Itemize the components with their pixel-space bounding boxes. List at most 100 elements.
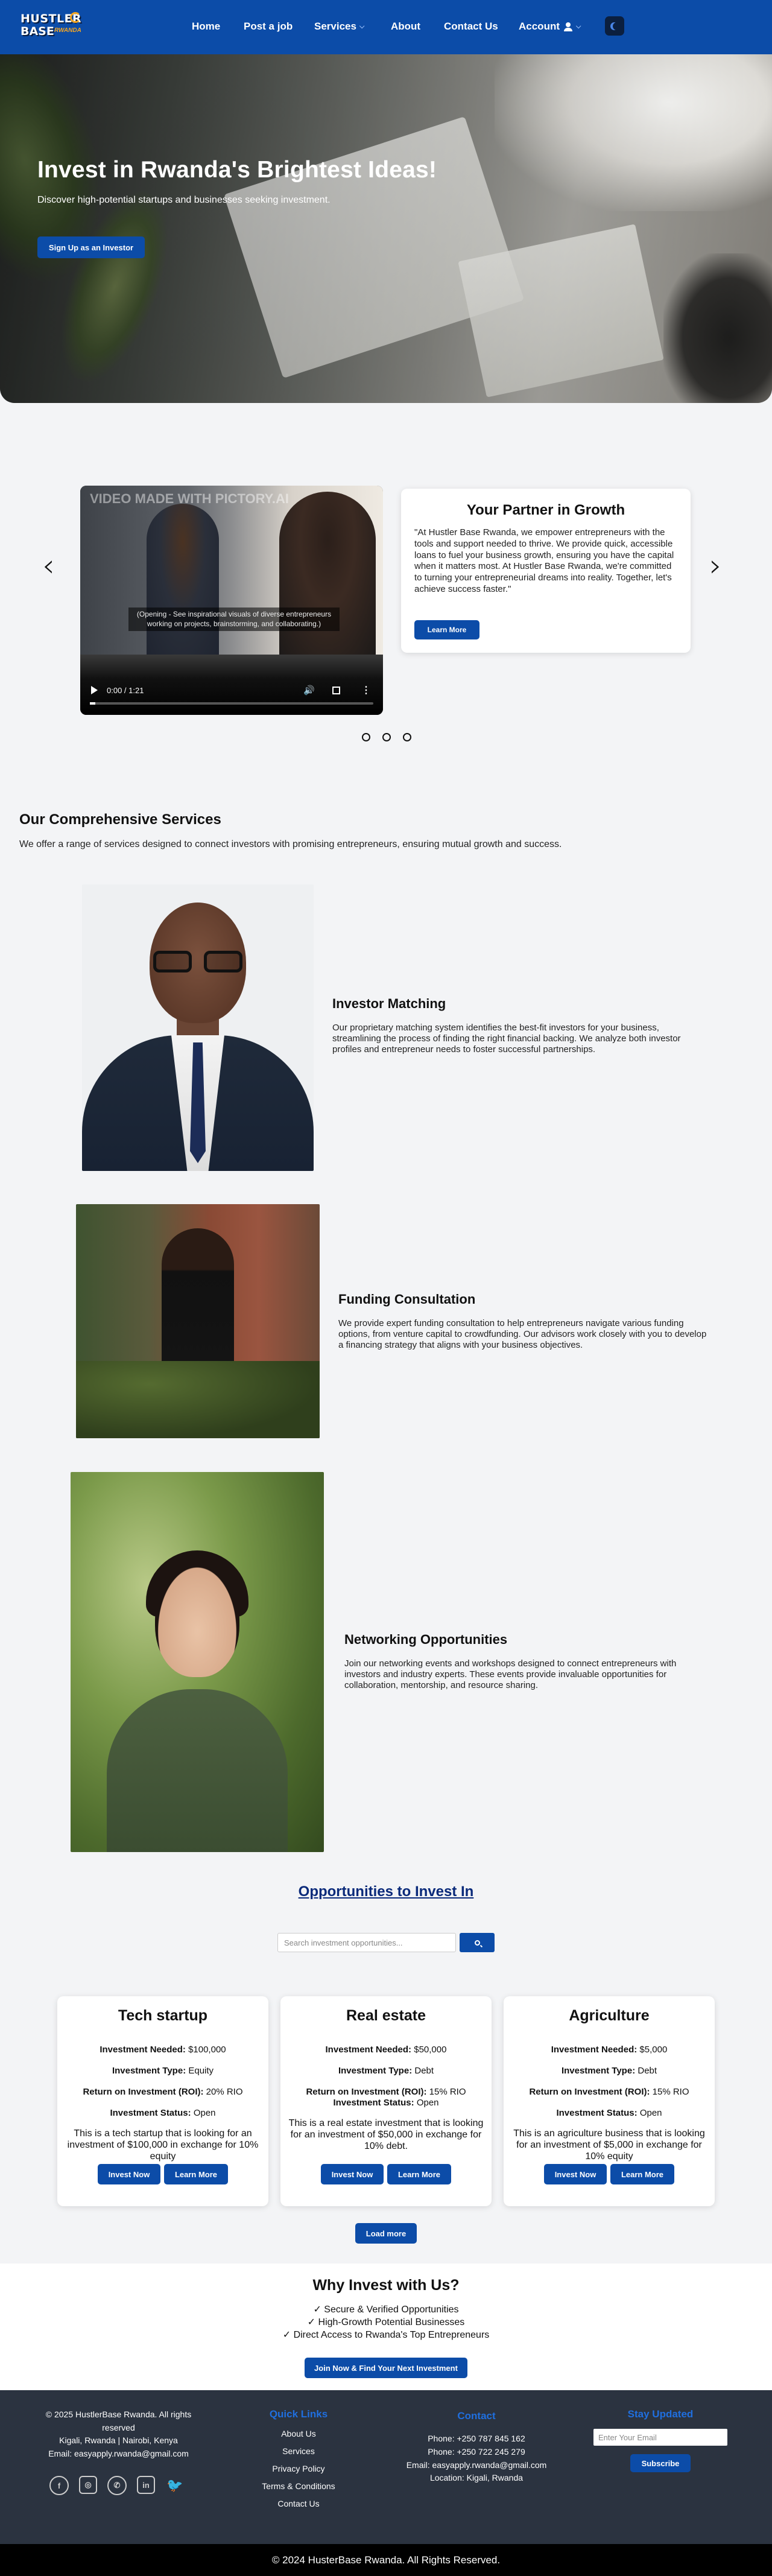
nav-post-job[interactable]: Post a job: [244, 21, 293, 33]
nav-home[interactable]: Home: [192, 21, 220, 33]
card-status: Investment Status: Open: [63, 2108, 262, 2119]
twitter-icon[interactable]: 🐦: [165, 2476, 185, 2495]
partner-learn-more-button[interactable]: Learn More: [414, 620, 479, 639]
facebook-icon[interactable]: f: [49, 2476, 69, 2495]
video-watermark: VIDEO MADE WITH PICTORY.AI: [90, 491, 290, 506]
service-image-funding-consultation: [76, 1204, 320, 1438]
video-progress-bar[interactable]: [90, 702, 373, 705]
card-roi: Return on Investment (ROI): 15% RIO: [286, 2087, 486, 2098]
card-details: Investment Needed: $50,000 Investment Ty…: [286, 2045, 486, 2152]
signup-investor-button[interactable]: Sign Up as an Investor: [37, 236, 145, 258]
video-player[interactable]: VIDEO MADE WITH PICTORY.AI (Opening - Se…: [80, 486, 383, 715]
label: Investment Needed:: [325, 2045, 412, 2055]
contact-title: Contact: [457, 2410, 496, 2422]
photo-glasses-lens: [204, 951, 242, 972]
theme-toggle-button[interactable]: [605, 16, 624, 36]
video-progress-fill: [90, 702, 96, 705]
opportunities-title-text[interactable]: Opportunities to Invest In: [299, 1883, 474, 1900]
search-input[interactable]: Search investment opportunities...: [277, 1933, 456, 1952]
brand-logo[interactable]: HUSTLER BASE RWANDA: [21, 11, 83, 42]
invest-now-button[interactable]: Invest Now: [98, 2164, 160, 2184]
volume-icon[interactable]: 🔊: [303, 685, 315, 696]
footer: © 2025 HustlerBase Rwanda. All rights re…: [0, 2390, 772, 2576]
card-description: This is a tech startup that is looking f…: [67, 2128, 259, 2162]
logo-swoosh-icon: [70, 12, 81, 23]
logo-line2: BASE: [21, 25, 54, 38]
card-needed: Investment Needed: $50,000: [286, 2045, 486, 2055]
why-point: ✓ Direct Access to Rwanda's Top Entrepre…: [282, 2329, 490, 2340]
label: Investment Status:: [333, 2098, 414, 2108]
footer-copyright: © 2025 HustlerBase Rwanda. All rights re…: [45, 2409, 192, 2432]
learn-more-button[interactable]: Learn More: [610, 2164, 674, 2184]
value: 20% RIO: [206, 2087, 243, 2097]
subscribe-button[interactable]: Subscribe: [630, 2454, 691, 2472]
carousel-next-icon[interactable]: ›: [709, 550, 722, 582]
service-title: Investor Matching: [332, 996, 446, 1011]
partner-text: "At Hustler Base Rwanda, we empower entr…: [414, 527, 674, 594]
card-title: Agriculture: [569, 2007, 650, 2024]
fullscreen-icon[interactable]: [332, 686, 340, 694]
whatsapp-icon[interactable]: ✆: [107, 2476, 127, 2495]
card-description: This is a real estate investment that is…: [288, 2118, 484, 2152]
learn-more-button[interactable]: Learn More: [164, 2164, 228, 2184]
card-details: Investment Needed: $5,000 Investment Typ…: [510, 2045, 709, 2163]
chevron-down-icon: ⌵: [576, 22, 581, 30]
join-now-button[interactable]: Join Now & Find Your Next Investment: [305, 2358, 467, 2378]
service-text: Our proprietary matching system identifi…: [332, 1023, 681, 1055]
nav-contact-label: Contact Us: [444, 21, 498, 32]
card-type: Investment Type: Equity: [63, 2066, 262, 2076]
services-subtitle: We offer a range of services designed to…: [19, 839, 562, 849]
invest-now-button[interactable]: Invest Now: [321, 2164, 384, 2184]
service-title: Networking Opportunities: [344, 1632, 508, 1647]
service-text: We provide expert funding consultation t…: [338, 1318, 707, 1350]
value: Debt: [638, 2066, 657, 2076]
photo-face: [155, 1562, 239, 1677]
value: 15% RIO: [429, 2087, 466, 2097]
learn-more-button[interactable]: Learn More: [387, 2164, 451, 2184]
footer-link-privacy[interactable]: Privacy Policy: [247, 2464, 350, 2473]
why-invest-section: Why Invest with Us? ✓ Secure & Verified …: [0, 2264, 772, 2390]
nav-about[interactable]: About: [391, 21, 420, 33]
label: Investment Needed:: [100, 2045, 186, 2055]
label: Investment Needed:: [551, 2045, 638, 2055]
carousel-dot[interactable]: [362, 733, 370, 741]
nav-services[interactable]: Services ⌵: [314, 21, 364, 33]
play-icon[interactable]: [91, 686, 98, 694]
footer-link-about[interactable]: About Us: [247, 2429, 350, 2438]
search-button[interactable]: [460, 1933, 495, 1952]
service-text: Join our networking events and workshops…: [344, 1658, 677, 1690]
label: Return on Investment (ROI):: [83, 2087, 204, 2097]
chevron-down-icon: ⌵: [359, 22, 365, 30]
opportunity-card: Real estate Investment Needed: $50,000 I…: [280, 1996, 492, 2206]
hero-banner: Invest in Rwanda's Brightest Ideas! Disc…: [0, 54, 772, 403]
newsletter-email-input[interactable]: Enter Your Email: [593, 2429, 727, 2446]
nav-account-label: Account: [519, 21, 560, 32]
why-point: ✓ Secure & Verified Opportunities: [313, 2305, 459, 2315]
footer-link-contact[interactable]: Contact Us: [247, 2499, 350, 2508]
nav-account[interactable]: Account ⌵: [519, 21, 581, 33]
carousel-dot[interactable]: [403, 733, 411, 741]
card-type: Investment Type: Debt: [510, 2066, 709, 2076]
carousel-dot[interactable]: [382, 733, 391, 741]
instagram-icon[interactable]: ◎: [79, 2476, 97, 2494]
video-time: 0:00 / 1:21: [107, 685, 144, 695]
more-options-icon[interactable]: ⋮: [361, 684, 371, 696]
load-more-button[interactable]: Load more: [355, 2223, 417, 2244]
footer-link-services[interactable]: Services: [247, 2446, 350, 2456]
linkedin-icon[interactable]: in: [137, 2476, 155, 2494]
card-status: Investment Status: Open: [286, 2098, 486, 2108]
nav-contact[interactable]: Contact Us: [444, 21, 498, 33]
invest-now-button[interactable]: Invest Now: [544, 2164, 607, 2184]
contact-line: Location: Kigali, Rwanda: [429, 2473, 524, 2483]
carousel-prev-icon[interactable]: ‹: [42, 550, 55, 582]
card-needed: Investment Needed: $5,000: [510, 2045, 709, 2055]
label: Investment Type:: [338, 2066, 413, 2076]
footer-link-terms[interactable]: Terms & Conditions: [247, 2481, 350, 2491]
footer-contact: Contact Phone: +250 787 845 162 Phone: +…: [398, 2408, 555, 2485]
quick-links-title: Quick Links: [269, 2408, 328, 2420]
footer-bottom-bar: © 2024 HusterBase Rwanda. All Rights Res…: [0, 2544, 772, 2576]
opportunity-card: Tech startup Investment Needed: $100,000…: [57, 1996, 268, 2206]
search-icon: [474, 1940, 480, 1946]
photo-glasses: [153, 951, 242, 972]
why-list: ✓ Secure & Verified Opportunities ✓ High…: [0, 2304, 772, 2341]
